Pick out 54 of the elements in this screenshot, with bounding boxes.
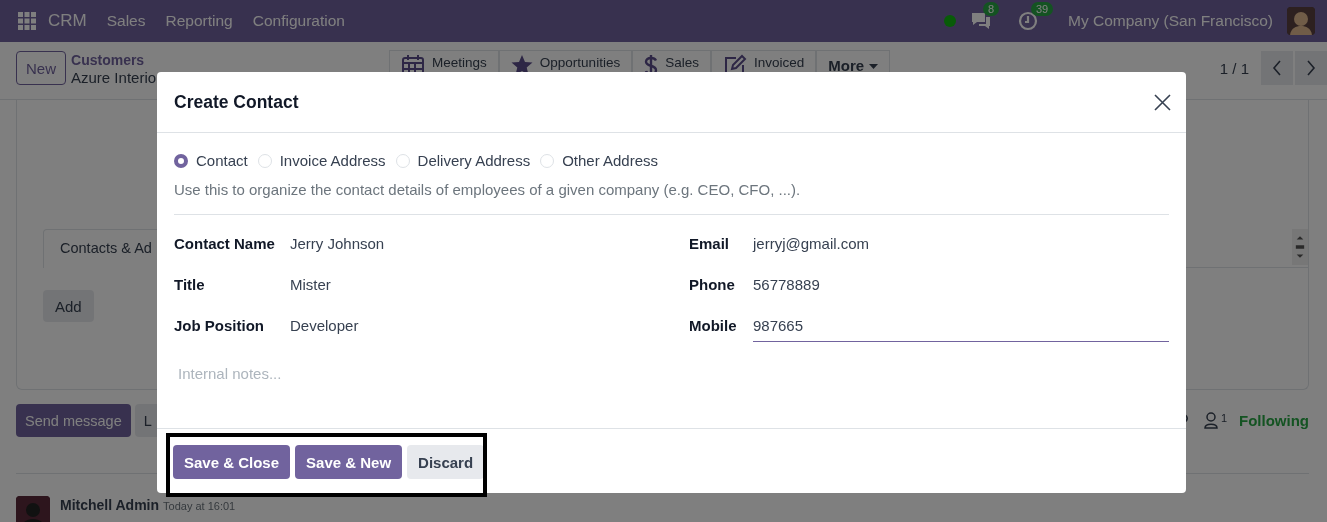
message-author: Mitchell Admin <box>60 497 160 513</box>
input-field[interactable]: 987665 <box>753 309 1169 342</box>
author-avatar <box>16 496 50 522</box>
chevron-left-icon <box>1272 60 1282 76</box>
field-label: Mobile <box>689 316 738 334</box>
clock-icon[interactable] <box>1018 11 1038 31</box>
field-label: Job Position <box>174 316 265 334</box>
chevron-right-icon <box>1306 60 1316 76</box>
field-label: Phone <box>689 275 736 293</box>
pager-value: 1 / 1 <box>1219 59 1249 77</box>
input-field[interactable]: Mister <box>290 268 689 301</box>
input-field[interactable]: Developer <box>290 309 689 342</box>
input-field[interactable]: jerryj@gmail.com <box>753 227 1169 260</box>
add-button[interactable]: Add <box>43 290 94 322</box>
radio-label[interactable]: Delivery Address <box>417 152 531 169</box>
next-button[interactable] <box>1295 51 1327 85</box>
input-field[interactable]: Jerry Johnson <box>290 227 689 260</box>
star-icon <box>510 54 533 75</box>
notes-field[interactable]: Internal notes... <box>174 360 1169 387</box>
message-time: Today at 16:01 <box>163 500 236 512</box>
record-title: Azure Interio <box>71 69 157 87</box>
field-label: Title <box>174 275 206 293</box>
radio-label[interactable]: Other Address <box>562 152 659 169</box>
followers-button[interactable]: 1 <box>1203 412 1227 429</box>
menu-item[interactable]: Sales <box>106 12 146 30</box>
input-field[interactable]: 56778889 <box>753 268 1169 301</box>
previous-button[interactable] <box>1261 51 1293 85</box>
activity-count: 39 <box>1031 2 1054 16</box>
new-button[interactable]: New <box>16 51 66 85</box>
message-count: 8 <box>983 2 1000 16</box>
radio-label[interactable]: Invoice Address <box>279 152 386 169</box>
company-name[interactable]: My Company (San Francisco) <box>1068 12 1273 30</box>
breadcrumb-link[interactable]: Customers <box>71 51 157 69</box>
dialog-title: Create Contact <box>174 91 299 113</box>
dialog-button[interactable]: Save & New <box>295 445 403 479</box>
menu-item[interactable]: Reporting <box>165 12 233 30</box>
menu-item[interactable]: Configuration <box>252 12 345 30</box>
field-label: Email <box>689 234 731 252</box>
close-icon[interactable] <box>1154 93 1171 111</box>
user-avatar[interactable] <box>1287 7 1315 35</box>
dialog-button[interactable]: Discard <box>407 445 485 479</box>
dialog-button[interactable]: Save & Close <box>173 445 291 479</box>
status-dot <box>944 15 956 27</box>
app-name[interactable]: CRM <box>48 11 87 31</box>
field-label: Contact Name <box>174 234 276 252</box>
scrollbar-icon[interactable] <box>1292 229 1308 265</box>
radio-button[interactable] <box>174 153 188 168</box>
radio-label[interactable]: Contact <box>196 152 248 169</box>
person-icon <box>1203 412 1218 429</box>
apps-menu-icon[interactable] <box>18 12 36 30</box>
send-message-button[interactable]: Send message <box>16 404 131 437</box>
help-text: Use this to organize the contact details of employees of a given company (e.g. CEO, CFO, ...). <box>174 181 1169 215</box>
chat-icon[interactable] <box>970 11 992 31</box>
following-button[interactable]: Following <box>1239 412 1309 429</box>
